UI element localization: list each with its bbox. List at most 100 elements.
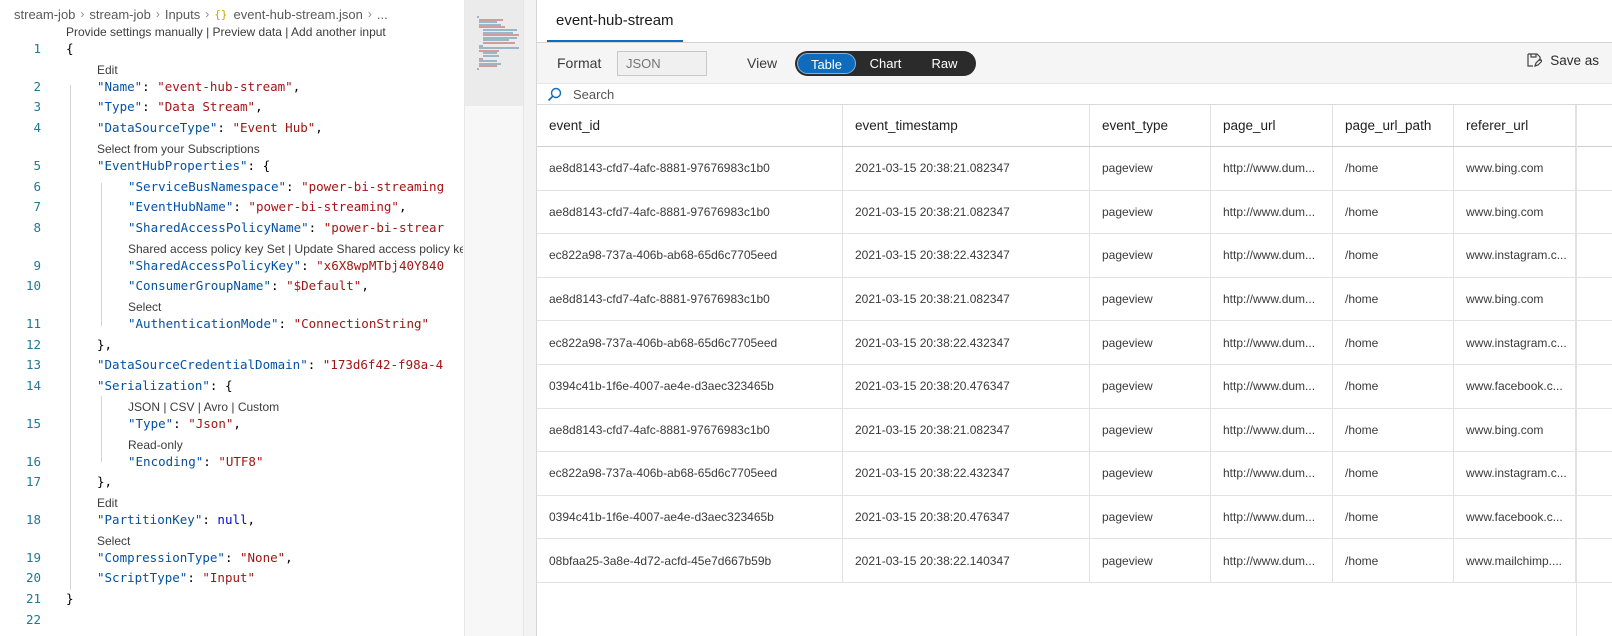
table-cell: /home (1333, 321, 1454, 364)
table-cell: http://www.dum... (1211, 408, 1333, 452)
table-cell: 2021-03-15 20:38:21.082347 (843, 147, 1090, 190)
chevron-right-icon: › (367, 7, 372, 21)
table-cell: /home (1333, 539, 1454, 582)
minimap-line (483, 55, 499, 57)
json-punctuation: , (315, 120, 323, 136)
code-text: "Type": "Data Stream", (97, 97, 263, 117)
table-cell (1576, 365, 1612, 408)
column-header[interactable]: referer_url (1454, 105, 1576, 146)
column-header[interactable]: event_timestamp (843, 105, 1090, 146)
view-option-chart[interactable]: Chart (856, 53, 915, 74)
view-option-raw[interactable]: Raw (915, 53, 974, 74)
breadcrumb-item-file[interactable]: event-hub-stream.json (234, 7, 363, 22)
table-cell: http://www.dum... (1211, 277, 1333, 321)
table-cell: pageview (1090, 190, 1211, 234)
json-value: "Event Hub" (232, 120, 316, 136)
json-key: "Type" (128, 415, 174, 431)
line-number: 6 (33, 178, 41, 194)
table-cell: pageview (1090, 365, 1211, 408)
json-colon: : (142, 78, 158, 94)
format-field[interactable] (617, 51, 707, 76)
breadcrumb-item-more[interactable]: ... (377, 7, 388, 22)
line-number: 7 (33, 199, 41, 215)
breadcrumb-item-inputs[interactable]: Inputs (165, 7, 200, 22)
table-cell: pageview (1090, 277, 1211, 321)
code-text: "ScriptType": "Input" (97, 568, 255, 588)
table-cell: /home (1333, 234, 1454, 277)
table-cell: www.mailchimp.... (1454, 539, 1576, 582)
table-cell: /home (1333, 495, 1454, 539)
column-header[interactable] (1576, 105, 1612, 146)
json-key: "DataSourceType" (97, 120, 218, 136)
table-cell: pageview (1090, 147, 1211, 190)
search-bar (537, 83, 1612, 105)
json-value: null (217, 511, 248, 527)
json-colon: : (173, 415, 189, 431)
table-cell: 2021-03-15 20:38:20.476347 (843, 495, 1090, 539)
table-row[interactable]: 0394c41b-1f6e-4007-ae4e-d3aec323465b 2021… (537, 495, 1612, 540)
table-row[interactable]: ae8d8143-cfd7-4afc-8881-97676983c1b0 2021… (537, 277, 1612, 322)
view-toggle: Table Chart Raw (795, 51, 976, 76)
line-number: 12 (25, 336, 41, 352)
line-number: 9 (33, 257, 41, 273)
indent-guide (101, 183, 102, 326)
table-row[interactable]: ec822a98-737a-406b-ab68-65d6c7705eed 2021… (537, 452, 1612, 496)
column-header[interactable]: page_url_path (1333, 105, 1454, 146)
column-divider (1576, 105, 1577, 636)
breadcrumb-item-job-2[interactable]: stream-job (89, 7, 150, 22)
table-row[interactable]: ec822a98-737a-406b-ab68-65d6c7705eed 2021… (537, 321, 1612, 365)
json-editor[interactable]: stream-job › stream-job › Inputs › {} ev… (0, 0, 463, 636)
table-row[interactable]: ae8d8143-cfd7-4afc-8881-97676983c1b0 2021… (537, 147, 1612, 191)
table-row[interactable]: 0394c41b-1f6e-4007-ae4e-d3aec323465b 2021… (537, 365, 1612, 409)
json-colon: : (271, 278, 287, 294)
editor-scrollbar[interactable] (523, 0, 537, 636)
line-number: 10 (25, 278, 41, 294)
view-option-table[interactable]: Table (797, 53, 856, 74)
table-cell: pageview (1090, 452, 1211, 495)
table-cell (1576, 496, 1612, 539)
preview-panel: event-hub-stream Format View Table Chart… (536, 0, 1612, 636)
table-row[interactable]: 08bfaa25-3a8e-4d72-acfd-45e7d667b59b 2021… (537, 539, 1612, 583)
json-punctuation: , (247, 511, 256, 527)
minimap-line (483, 42, 515, 44)
json-colon: : (142, 99, 158, 115)
tab-event-hub-stream[interactable]: event-hub-stream (547, 0, 683, 42)
table-cell: http://www.dum... (1211, 539, 1333, 582)
line-number: 14 (25, 378, 41, 394)
table-cell: www.bing.com (1454, 147, 1576, 190)
table-row[interactable]: ec822a98-737a-406b-ab68-65d6c7705eed 2021… (537, 234, 1612, 278)
minimap-line (477, 68, 479, 70)
table-cell: pageview (1090, 408, 1211, 452)
code-text: "EventHubName": "power-bi-streaming", (128, 197, 406, 217)
preview-toolbar: Format View Table Chart Raw Save as (537, 43, 1612, 83)
table-cell: pageview (1090, 495, 1211, 539)
json-value: "power-bi-streaming" (248, 199, 399, 215)
table-cell: www.bing.com (1454, 277, 1576, 321)
table-row[interactable]: ae8d8143-cfd7-4afc-8881-97676983c1b0 2021… (537, 190, 1612, 235)
search-input[interactable] (573, 85, 1073, 104)
code-text: { (66, 41, 74, 56)
table-cell: http://www.dum... (1211, 321, 1333, 364)
file-braces-icon: {} (214, 7, 228, 21)
table-row[interactable]: ae8d8143-cfd7-4afc-8881-97676983c1b0 2021… (537, 408, 1612, 453)
line-number: 18 (25, 511, 41, 527)
json-colon: : (224, 549, 240, 565)
minimap[interactable] (464, 0, 524, 636)
table-cell: 2021-03-15 20:38:21.082347 (843, 190, 1090, 234)
column-header[interactable]: page_url (1211, 105, 1333, 146)
table-cell: /home (1333, 190, 1454, 234)
table-cell: ec822a98-737a-406b-ab68-65d6c7705eed (537, 234, 843, 277)
save-as-button[interactable]: Save as (1526, 52, 1599, 68)
json-value: "None" (240, 549, 286, 565)
line-number: 13 (25, 357, 41, 373)
column-header[interactable]: event_id (537, 105, 843, 146)
line-number: 5 (33, 157, 41, 173)
json-punctuation: , (255, 99, 263, 115)
column-header[interactable]: event_type (1090, 105, 1211, 146)
code-text: "Name": "event-hub-stream", (97, 77, 300, 97)
breadcrumb-item-job[interactable]: stream-job (14, 7, 75, 22)
table-cell: ae8d8143-cfd7-4afc-8881-97676983c1b0 (537, 190, 843, 234)
view-label: View (747, 55, 778, 71)
table-cell: /home (1333, 147, 1454, 190)
json-key: "Type" (97, 99, 143, 115)
